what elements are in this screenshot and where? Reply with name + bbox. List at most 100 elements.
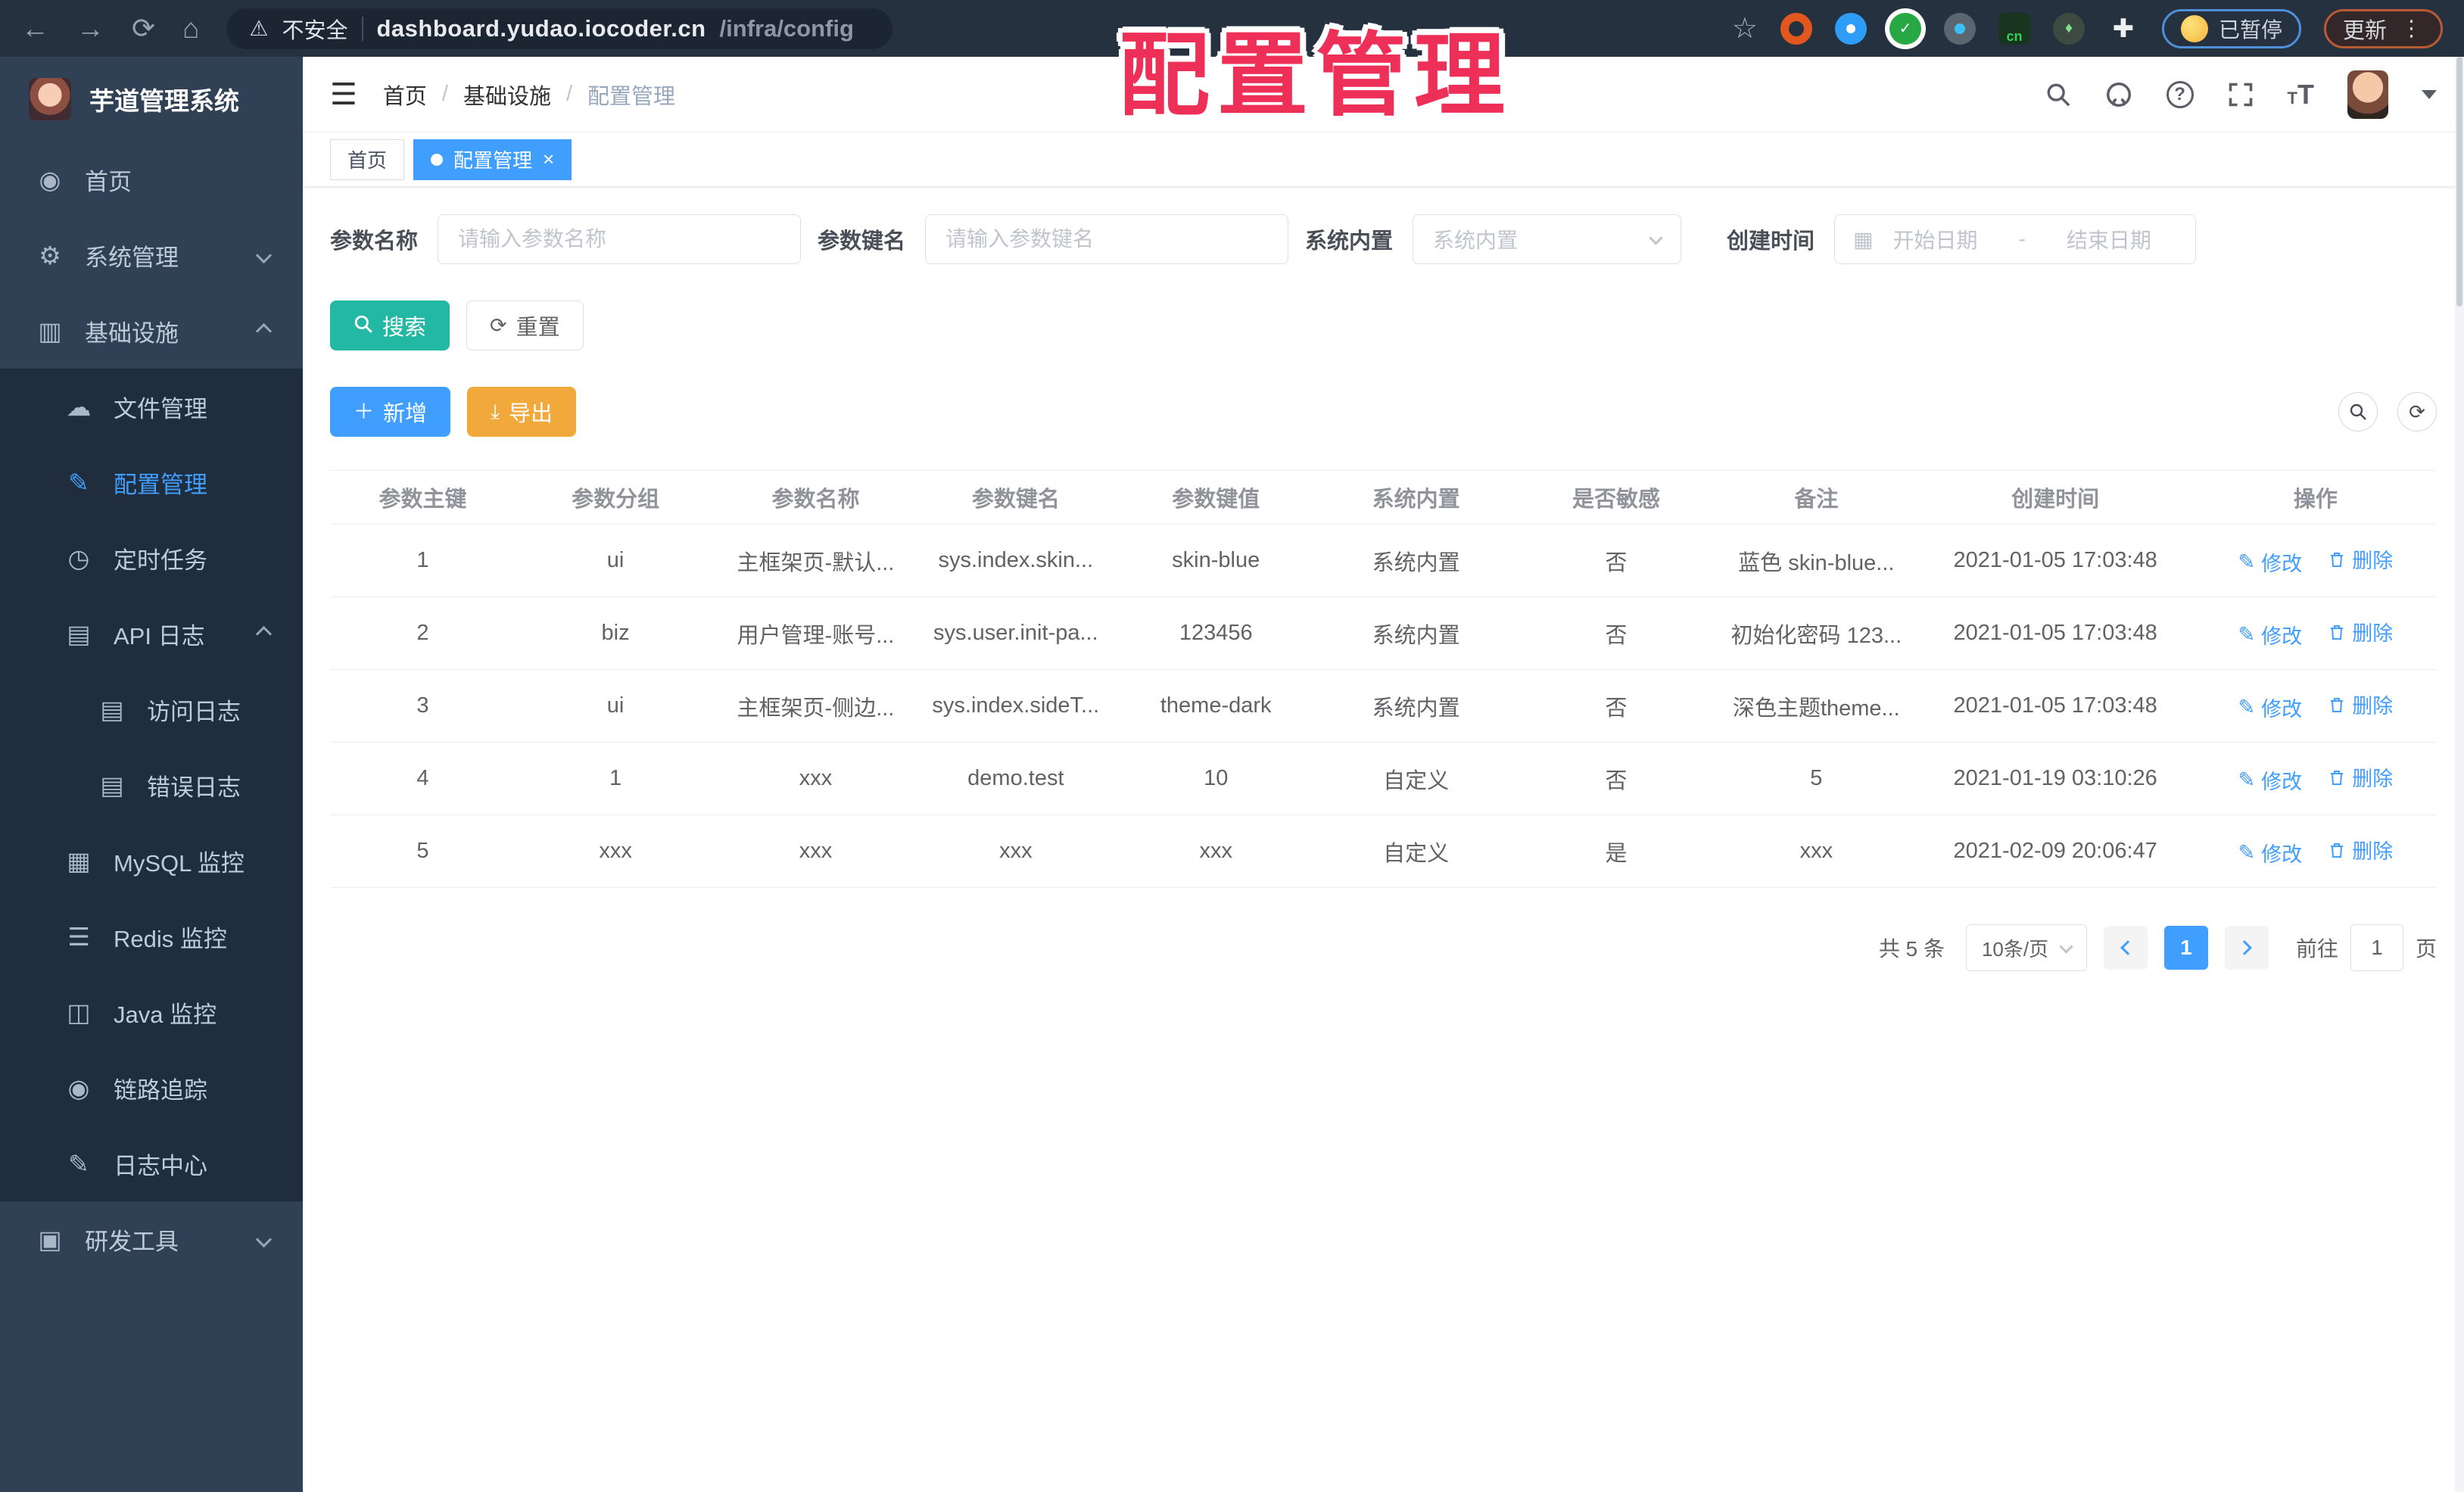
cloud-upload-icon: ☁ — [66, 392, 92, 421]
cell-builtin: 系统内置 — [1372, 550, 1460, 575]
pencil-icon: ✎ — [2238, 840, 2256, 864]
edit-link[interactable]: ✎ 修改 — [2238, 838, 2303, 867]
sidebar-item-file[interactable]: ☁ 文件管理 — [0, 369, 303, 444]
extensions-puzzle-icon[interactable]: ✚ — [2107, 13, 2139, 45]
help-icon[interactable]: ? — [2166, 80, 2194, 108]
cell-id: 2 — [416, 621, 429, 645]
goto-page-input[interactable] — [2350, 924, 2403, 971]
sidebar-item-apilog[interactable]: ▤ API 日志 — [0, 596, 303, 671]
sidebar-item-system[interactable]: ⚙ 系统管理 — [0, 217, 303, 293]
sidebar-item-label: 错误日志 — [147, 774, 241, 801]
sidebar-item-accesslog[interactable]: ▤ 访问日志 — [0, 671, 303, 747]
delete-link[interactable]: 删除 — [2328, 690, 2393, 719]
sidebar-item-home[interactable]: ◉ 首页 — [0, 142, 303, 217]
cell-group: 1 — [609, 766, 622, 790]
bookmark-star-icon[interactable]: ☆ — [1732, 11, 1758, 45]
overlay-page-title: 配置管理 — [1119, 23, 1512, 129]
refresh-table-button[interactable]: ⟳ — [2397, 392, 2437, 431]
sidebar-item-logcenter[interactable]: ✎ 日志中心 — [0, 1126, 303, 1201]
extension-icon-orange-ring[interactable] — [1780, 12, 1812, 45]
address-bar[interactable]: ⚠ 不安全 dashboard.yudao.iocoder.cn/infra/c… — [226, 8, 893, 49]
paused-badge[interactable]: 已暂停 — [2161, 8, 2301, 48]
system-builtin-select[interactable]: 系统内置 — [1413, 214, 1682, 264]
monitor-icon: ▥ — [38, 316, 62, 345]
close-icon[interactable]: × — [543, 148, 554, 171]
add-button[interactable]: ＋ 新增 — [330, 387, 451, 437]
breadcrumb-home[interactable]: 首页 — [383, 79, 427, 111]
scrollbar-thumb[interactable] — [2456, 57, 2462, 307]
database-icon: ▦ — [67, 846, 91, 875]
github-icon[interactable] — [2104, 80, 2133, 109]
tab-home[interactable]: 首页 — [330, 139, 405, 180]
extension-icon-gray-blue[interactable] — [1943, 12, 1976, 45]
sidebar-item-job[interactable]: ◷ 定时任务 — [0, 520, 303, 596]
date-end-placeholder: 结束日期 — [2066, 229, 2151, 252]
search-icon[interactable] — [2045, 82, 2071, 107]
date-range-picker[interactable]: ▦ 开始日期 - 结束日期 — [1834, 214, 2197, 264]
sidebar-item-java[interactable]: ◫ Java 监控 — [0, 974, 303, 1050]
delete-link[interactable]: 删除 — [2328, 617, 2393, 646]
page-1-button[interactable]: 1 — [2163, 926, 2208, 970]
extension-icon-green-leaf[interactable]: ♦ — [2052, 12, 2085, 45]
breadcrumb-separator: / — [441, 82, 448, 106]
tab-config-active[interactable]: 配置管理 × — [413, 139, 572, 180]
sidebar-item-label: 链路追踪 — [114, 1076, 207, 1104]
avatar[interactable] — [2347, 70, 2388, 119]
cell-sensitive: 否 — [1605, 550, 1628, 575]
edit-link[interactable]: ✎ 修改 — [2238, 765, 2303, 795]
edit-link[interactable]: ✎ 修改 — [2238, 547, 2303, 577]
sidebar-collapse-icon[interactable]: ☰ — [330, 77, 357, 112]
delete-link[interactable]: 删除 — [2328, 835, 2393, 864]
date-separator: - — [2018, 227, 2026, 251]
toggle-search-button[interactable] — [2338, 392, 2378, 431]
sidebar-item-devtool[interactable]: ▣ 研发工具 — [0, 1201, 303, 1277]
breadcrumb-infra[interactable]: 基础设施 — [463, 79, 551, 111]
caret-down-icon[interactable] — [2422, 89, 2437, 99]
edit-link[interactable]: ✎ 修改 — [2238, 693, 2303, 722]
delete-link[interactable]: 删除 — [2328, 762, 2393, 792]
delete-link[interactable]: 删除 — [2328, 544, 2393, 574]
reload-icon[interactable]: ⟳ — [132, 14, 155, 42]
export-button[interactable]: ⤓ 导出 — [467, 387, 576, 437]
app-logo-row[interactable]: 芋道管理系统 — [0, 57, 303, 142]
sidebar-item-errorlog[interactable]: ▤ 错误日志 — [0, 747, 303, 823]
page-size-select[interactable]: 10条/页 — [1965, 924, 2087, 971]
sidebar-item-label: 系统管理 — [85, 244, 179, 271]
breadcrumb-current: 配置管理 — [587, 84, 676, 109]
extension-icon-green-check[interactable]: ✓ — [1889, 12, 1921, 45]
font-size-icon[interactable]: TT — [2288, 79, 2314, 111]
search-button[interactable]: 搜索 — [330, 301, 450, 350]
param-key-input[interactable] — [925, 214, 1289, 264]
pencil-icon: ✎ — [2238, 768, 2256, 791]
param-key-label: 参数键名 — [818, 229, 906, 254]
sidebar-item-config[interactable]: ✎ 配置管理 — [0, 444, 303, 520]
next-page-button[interactable] — [2224, 926, 2269, 970]
extension-icon-blue-pin[interactable] — [1834, 12, 1867, 45]
browser-menu-icon[interactable]: ⋮ — [2400, 15, 2424, 42]
col-header: 参数分组 — [572, 487, 660, 512]
forward-icon[interactable]: → — [76, 14, 104, 42]
cell-actions: ✎ 修改 删除 — [2195, 544, 2437, 577]
cell-group: ui — [606, 548, 625, 572]
update-button[interactable]: 更新 ⋮ — [2323, 8, 2443, 48]
sidebar-item-redis[interactable]: ☰ Redis 监控 — [0, 899, 303, 974]
sidebar-item-mysql[interactable]: ▦ MySQL 监控 — [0, 823, 303, 899]
sidebar-item-infra[interactable]: ▥ 基础设施 — [0, 293, 303, 369]
breadcrumb-separator: / — [565, 82, 573, 106]
add-button-label: 新增 — [383, 402, 428, 426]
col-header: 参数键名 — [971, 487, 1060, 512]
tab-label: 配置管理 — [453, 149, 533, 172]
browser-home-icon[interactable]: ⌂ — [182, 14, 199, 42]
search-icon — [354, 314, 373, 338]
fullscreen-icon[interactable] — [2227, 81, 2254, 108]
sidebar-item-label: 文件管理 — [114, 395, 207, 422]
page-scrollbar[interactable] — [2455, 57, 2464, 1492]
sidebar-item-trace[interactable]: ◉ 链路追踪 — [0, 1050, 303, 1126]
extension-icon-cn[interactable]: cn — [1998, 12, 2030, 45]
reset-button[interactable]: ⟳ 重置 — [466, 301, 584, 350]
prev-page-button[interactable] — [2103, 926, 2148, 970]
cell-remark: xxx — [1799, 839, 1833, 863]
edit-link[interactable]: ✎ 修改 — [2238, 620, 2303, 649]
back-icon[interactable]: ← — [21, 14, 49, 42]
param-name-input[interactable] — [438, 214, 802, 264]
